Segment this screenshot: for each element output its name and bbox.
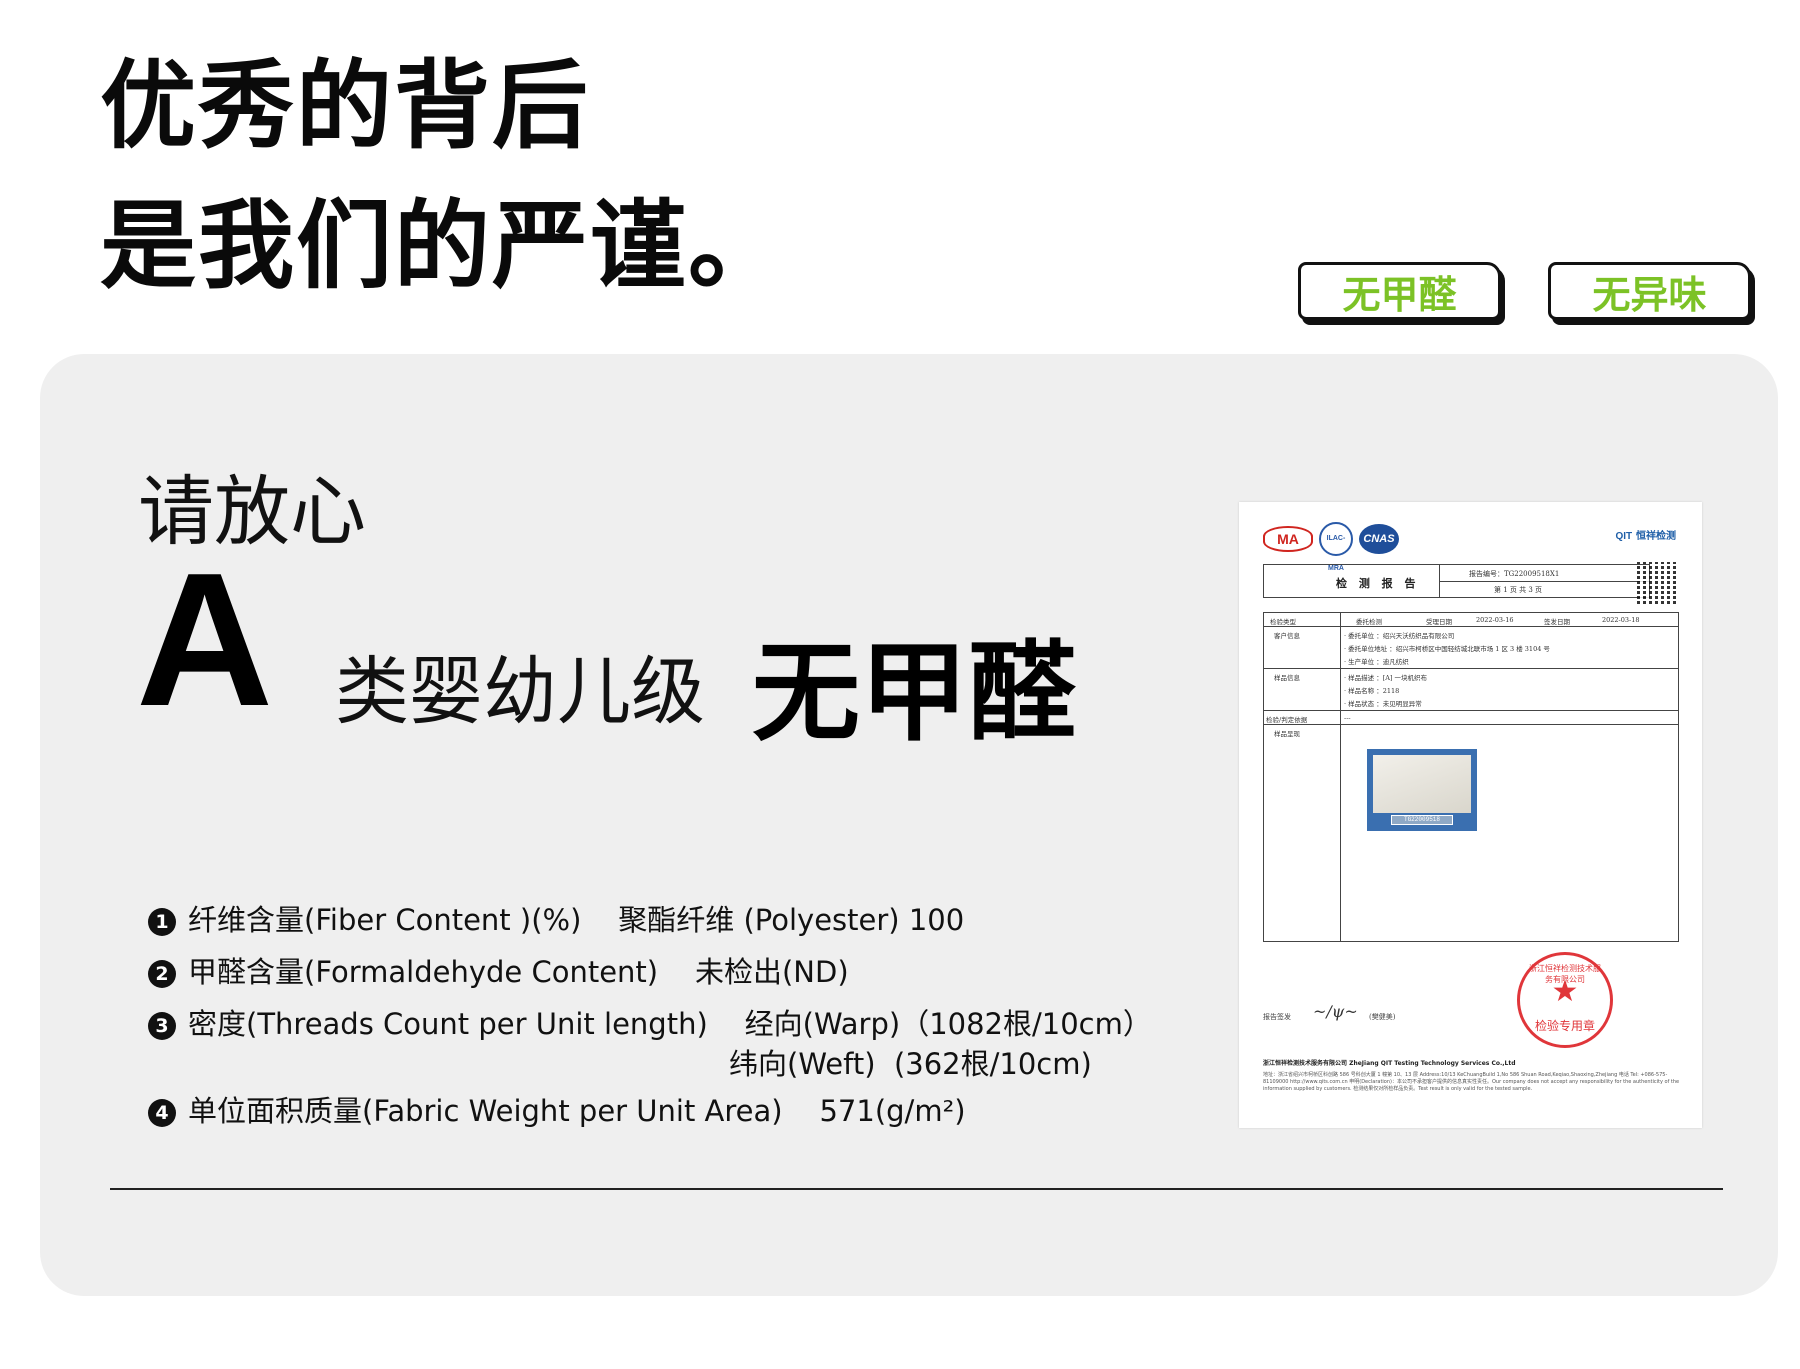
cma-logo-icon: MA	[1263, 526, 1313, 552]
row-line: · 委托单位地址 ：绍兴市柯桥区中国轻纺城北联市场 1 区 3 楼 3104 号	[1344, 645, 1550, 653]
report-footer-company: 浙江恒祥检测技术服务有限公司 ZheJiang QIT Testing Tech…	[1263, 1060, 1516, 1067]
row-line: · 生产单位 ：迪凡纺织	[1344, 658, 1409, 666]
report-title: 检 测 报 告	[1336, 577, 1420, 590]
badge-no-formaldehyde: 无甲醛	[1298, 262, 1501, 320]
test-report-image: MA ILAC-MRA CNAS QIT 恒祥检测 检 测 报 告 报告编号：T…	[1239, 502, 1702, 1128]
table-row: 样品信息 · 样品描述 ：[A] 一块机织布 · 样品名称 ：2118 · 样品…	[1264, 669, 1678, 711]
row-line: · 样品名称 ：2118	[1344, 687, 1400, 695]
signature-scribble-icon: ~∕ψ~	[1313, 1002, 1358, 1021]
row-line: · 委托单位 ：绍兴天沃纺织品有限公司	[1344, 632, 1455, 640]
qr-code-icon	[1637, 562, 1679, 604]
spec-text: 纤维含量(Fiber Content )(%) 聚酯纤维 (Polyester)…	[188, 903, 965, 937]
spec-number-badge: 1	[148, 908, 176, 936]
row-value: 委托检测	[1356, 618, 1382, 626]
spec-text: 甲醛含量(Formaldehyde Content) 未检出(ND)	[188, 955, 849, 989]
sample-tag: TG22009518	[1391, 815, 1453, 825]
row-label: 客户信息	[1274, 632, 1300, 640]
spec-fabric-weight: 4 单位面积质量(Fabric Weight per Unit Area) 571…	[148, 1088, 966, 1130]
headline-line-2: 是我们的严谨。	[100, 190, 786, 302]
spec-formaldehyde: 2 甲醛含量(Formaldehyde Content) 未检出(ND)	[148, 949, 849, 991]
official-stamp-icon: 浙江恒祥检测技术服务有限公司 ★ 检验专用章	[1517, 952, 1613, 1048]
spec-density-weft: 纬向(Weft) (362根/10cm)	[729, 1047, 1092, 1081]
divider-line	[110, 1188, 1723, 1190]
row-value: 受理日期	[1426, 618, 1452, 626]
report-page: 第 1 页 共 3 页	[1494, 586, 1543, 594]
headline-line-1: 优秀的背后	[100, 50, 590, 162]
table-row: 检验类型 委托检测 受理日期 2022-03-16 签发日期 2022-03-1…	[1264, 613, 1678, 627]
stamp-text: 检验专用章	[1534, 1019, 1595, 1033]
row-value: 2022-03-18	[1602, 616, 1640, 624]
grade-letter: A	[136, 534, 274, 746]
report-footer-note: 地址：浙江省绍兴市柯桥区科创路 586 号科创大厦 1 幢第 10、13 层 A…	[1263, 1072, 1680, 1092]
report-logos: MA ILAC-MRA CNAS	[1263, 522, 1399, 572]
report-table: 检验类型 委托检测 受理日期 2022-03-16 签发日期 2022-03-1…	[1263, 612, 1679, 942]
report-header-box: 检 测 报 告 报告编号：TG22009518X1 第 1 页 共 3 页	[1263, 564, 1650, 598]
sample-photo: TG22009518	[1367, 749, 1477, 831]
qit-logo-icon: QIT 恒祥检测	[1615, 526, 1676, 542]
ilac-logo-icon: ILAC-MRA	[1319, 522, 1353, 572]
row-value: 签发日期	[1544, 618, 1570, 626]
spec-number-badge: 4	[148, 1099, 176, 1127]
spec-text: 单位面积质量(Fabric Weight per Unit Area) 571(…	[188, 1094, 966, 1128]
cnas-logo-icon: CNAS	[1359, 524, 1399, 554]
signature-label: 报告签发	[1263, 1013, 1291, 1021]
row-line: ---	[1344, 714, 1351, 722]
spec-fiber-content: 1 纤维含量(Fiber Content )(%) 聚酯纤维 (Polyester…	[148, 897, 964, 939]
spec-text: 密度(Threads Count per Unit length) 经向(War…	[188, 1007, 1152, 1041]
report-header-divider	[1439, 581, 1650, 582]
row-label: 样品呈现	[1274, 730, 1300, 738]
signer-name: (樊健美)	[1369, 1013, 1396, 1021]
row-line: · 样品描述 ：[A] 一块机织布	[1344, 674, 1428, 682]
grade-strong-claim: 无甲醛	[752, 631, 1077, 756]
spec-density-warp: 3 密度(Threads Count per Unit length) 经向(Wa…	[148, 1001, 1152, 1043]
qit-logo-text: QIT	[1615, 531, 1633, 542]
row-line: · 样品状态 ：未见明显异常	[1344, 700, 1422, 708]
fabric-sample	[1373, 755, 1471, 813]
table-row: 检验/判定依据 ---	[1264, 711, 1678, 725]
badge-no-odor: 无异味	[1548, 262, 1751, 320]
row-value: 2022-03-16	[1476, 616, 1514, 624]
spec-number-badge: 2	[148, 960, 176, 988]
stamp-star-icon: ★	[1551, 974, 1579, 1009]
row-label: 检验类型	[1270, 618, 1296, 626]
spec-number-badge: 3	[148, 1012, 176, 1040]
row-label: 样品信息	[1274, 674, 1300, 682]
qit-logo-cn: 恒祥检测	[1636, 531, 1676, 542]
report-number: 报告编号：TG22009518X1	[1469, 570, 1560, 578]
grade-description: 类婴幼儿级	[335, 649, 705, 735]
table-row: 客户信息 · 委托单位 ：绍兴天沃纺织品有限公司 · 委托单位地址 ：绍兴市柯桥…	[1264, 627, 1678, 669]
row-label: 检验/判定依据	[1266, 716, 1308, 724]
